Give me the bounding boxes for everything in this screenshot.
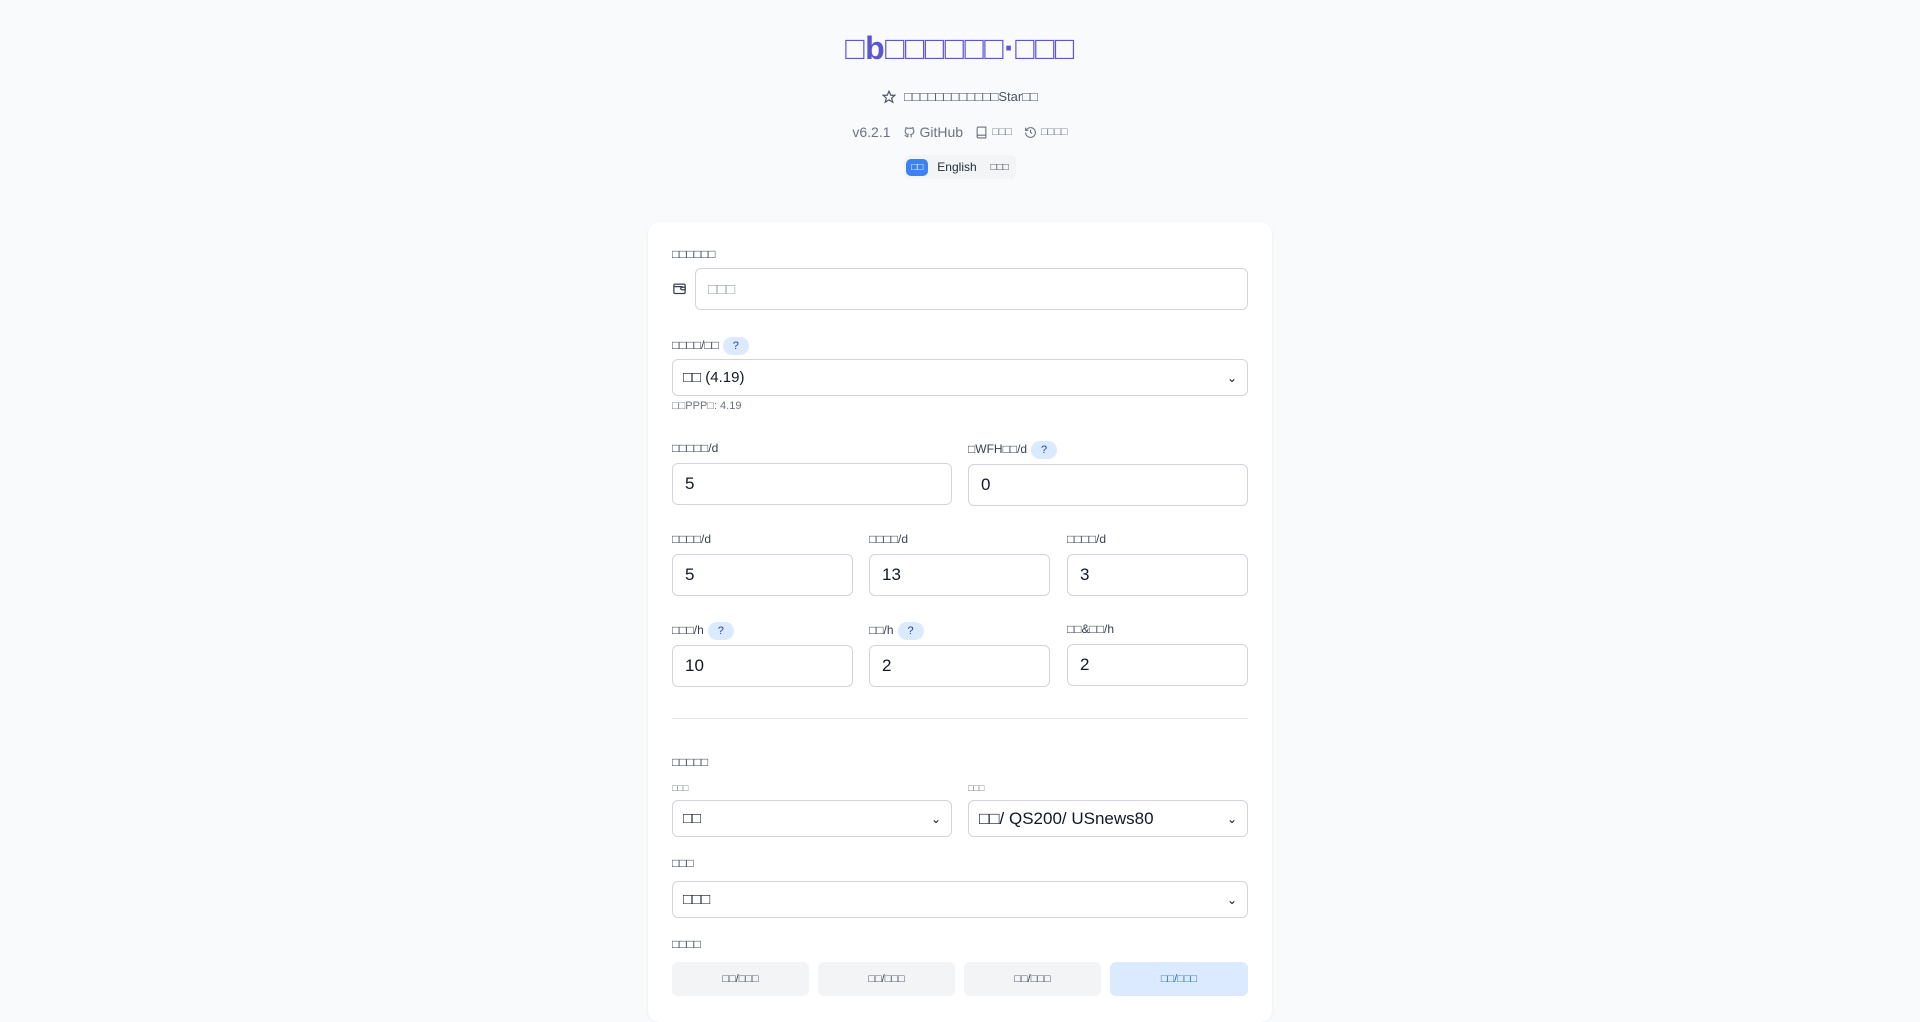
holiday-label: □□□□/d: [869, 532, 908, 546]
school-select-value: □□/ QS200/ USnews80: [979, 808, 1154, 828]
salary-input[interactable]: [695, 268, 1248, 310]
star-prompt-text: □□□□□□□□□□□□Star□□: [904, 89, 1038, 104]
country-label: □□□□/□□?: [672, 337, 749, 355]
language-switcher: □□ English □□□: [0, 155, 1920, 179]
docs-label: □□□: [992, 126, 1013, 138]
sick-leave-input[interactable]: [1067, 554, 1248, 596]
school-select[interactable]: □□/ QS200/ USnews80 ⌄: [968, 800, 1248, 837]
workdays-input[interactable]: [672, 463, 952, 505]
history-link[interactable]: □□□□: [1024, 126, 1068, 139]
rest-label: □□&□□/h: [1067, 622, 1115, 636]
country-select[interactable]: □□ (4.19) ⌄: [672, 359, 1248, 396]
star-prompt[interactable]: □□□□□□□□□□□□Star□□: [0, 89, 1920, 104]
chevron-down-icon: ⌄: [1226, 811, 1237, 826]
history-label: □□□□: [1041, 126, 1068, 138]
meta-bar: v6.2.1 GitHub □□□ □□□□: [0, 124, 1920, 140]
github-link[interactable]: GitHub: [903, 124, 964, 140]
chevron-down-icon: ⌄: [1226, 892, 1237, 907]
github-icon: [903, 126, 916, 139]
commute-label: □□/h?: [869, 622, 924, 640]
star-icon: [882, 89, 897, 104]
docs-link[interactable]: □□□: [975, 126, 1012, 139]
wfh-help-button[interactable]: ?: [1031, 441, 1058, 459]
github-label: GitHub: [919, 124, 964, 140]
chevron-down-icon: ⌄: [930, 811, 941, 826]
chevron-down-icon: ⌄: [1226, 370, 1237, 385]
annual-leave-label: □□□□/d: [672, 532, 711, 546]
environment-select[interactable]: □□□ ⌄: [672, 881, 1248, 918]
city-tab[interactable]: □□/□□□: [964, 962, 1101, 996]
wfh-label: □WFH□□/d?: [968, 441, 1058, 459]
section-divider: [672, 718, 1248, 719]
commute-input[interactable]: [869, 645, 1050, 687]
worktime-input[interactable]: [672, 645, 853, 687]
sick-leave-label: □□□□/d: [1067, 532, 1106, 546]
lang-other-button[interactable]: □□□: [986, 159, 1014, 176]
version-label: v6.2.1: [852, 124, 891, 140]
salary-label: □□□□□□: [672, 247, 716, 261]
city-tab[interactable]: □□/□□□: [818, 962, 955, 996]
wfh-input[interactable]: [968, 464, 1248, 506]
country-select-value: □□ (4.19): [683, 369, 745, 386]
form-card: □□□□□□ □□□□/□□? □□ (4.19) ⌄ □□PPP□: 4.19…: [648, 222, 1272, 1022]
city-label: □□□□: [672, 937, 701, 951]
worktime-help-button[interactable]: ?: [707, 622, 734, 640]
history-icon: [1024, 126, 1037, 139]
ppp-hint: □□PPP□: 4.19: [672, 400, 742, 412]
school-label: □□□: [968, 783, 985, 793]
language-group: □□ English □□□: [904, 155, 1016, 179]
wallet-icon: [672, 281, 687, 296]
rest-input[interactable]: [1067, 644, 1248, 686]
environment-label: □□□: [672, 856, 694, 870]
page-header: □b□□□□□□·□□□ □□□□□□□□□□□□Star□□ v6.2.1 G…: [0, 0, 1920, 222]
page-title: □b□□□□□□·□□□: [845, 30, 1075, 66]
degree-label: □□□: [672, 783, 689, 793]
worktime-label: □□□/h?: [672, 622, 734, 640]
country-label-text: □□□□/□□: [672, 338, 719, 353]
commute-label-text: □□/h: [869, 623, 894, 638]
lang-zh-button[interactable]: □□: [906, 158, 929, 176]
commute-help-button[interactable]: ?: [897, 622, 924, 640]
degree-select-value: □□: [683, 810, 702, 827]
workdays-label: □□□□□/d: [672, 441, 719, 455]
lang-en-button[interactable]: English: [932, 157, 981, 177]
city-tab[interactable]: □□/□□□: [672, 962, 809, 996]
education-section-label: □□□□□: [672, 755, 709, 769]
annual-leave-input[interactable]: [672, 554, 853, 596]
degree-select[interactable]: □□ ⌄: [672, 800, 952, 837]
book-icon: [975, 126, 988, 139]
holiday-input[interactable]: [869, 554, 1050, 596]
country-help-button[interactable]: ?: [722, 337, 749, 355]
wfh-label-text: □WFH□□/d: [968, 442, 1028, 457]
environment-select-value: □□□: [683, 891, 711, 908]
worktime-label-text: □□□/h: [672, 623, 704, 638]
city-tab-active[interactable]: □□/□□□: [1110, 962, 1248, 996]
